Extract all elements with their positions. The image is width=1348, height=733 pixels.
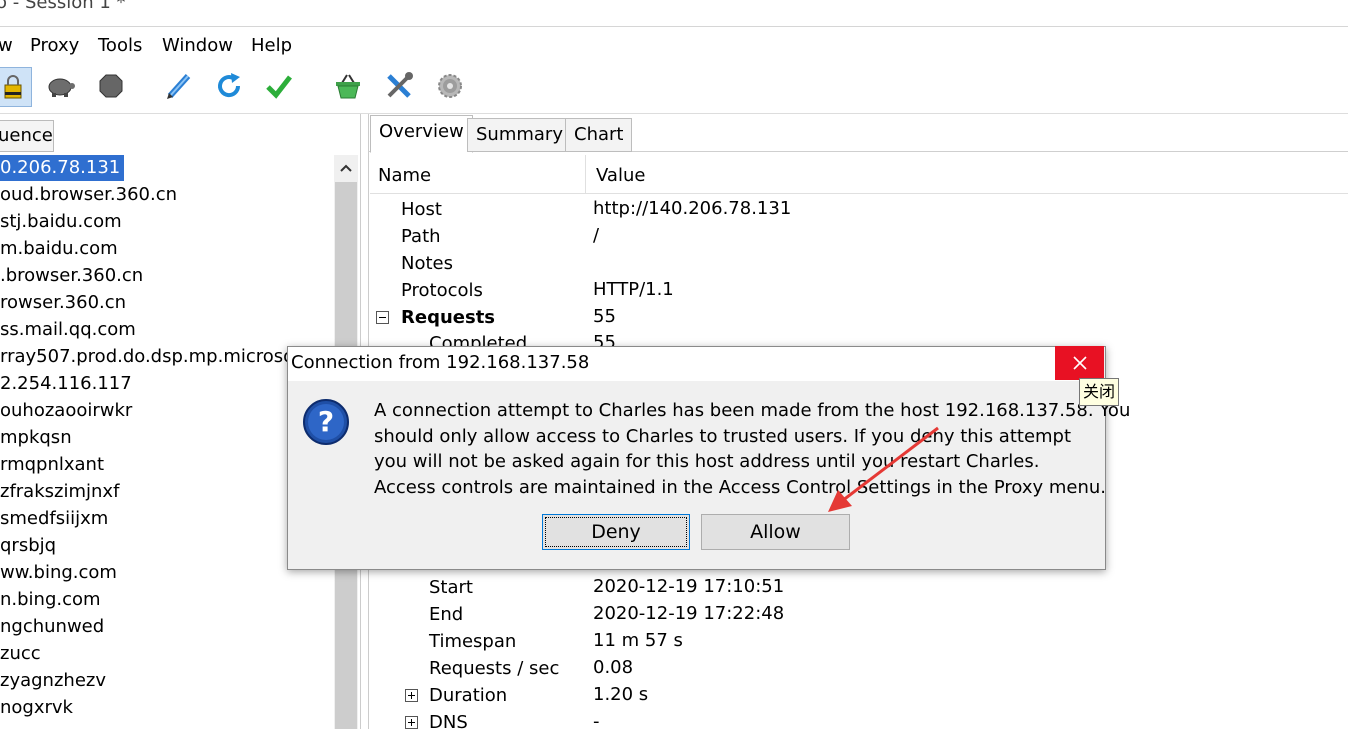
host-item[interactable]: nogxrvk	[0, 695, 73, 721]
menu-window[interactable]: Window	[162, 35, 233, 56]
row-name: Duration	[429, 685, 508, 706]
row-name: Notes	[401, 253, 453, 274]
toolbar	[0, 61, 1348, 114]
host-item[interactable]: m.baidu.com	[0, 236, 118, 262]
menu-help[interactable]: Help	[251, 35, 292, 56]
settings-icon[interactable]	[432, 67, 468, 105]
host-item[interactable]: oud.browser.360.cn	[0, 182, 177, 208]
row-name-requests: Requests	[401, 307, 496, 328]
host-item[interactable]: ww.bing.com	[0, 560, 117, 586]
row-value: 11 m 57 s	[593, 630, 683, 651]
menu-bar: w Proxy Tools Window Help	[0, 27, 1348, 61]
table-header	[370, 155, 1348, 194]
tab-chart[interactable]: Chart	[565, 118, 633, 152]
row-value: 55	[593, 306, 616, 327]
expand-icon[interactable]	[405, 689, 418, 702]
host-item[interactable]: rray507.prod.do.dsp.mp.microsoft	[0, 344, 307, 370]
host-item[interactable]: qrsbjq	[0, 533, 56, 559]
dialog-message-line: you will not be asked again for this hos…	[374, 451, 1040, 472]
row-name: Host	[401, 199, 442, 220]
host-item[interactable]: zucc	[0, 641, 41, 667]
host-item[interactable]: ngchunwed	[0, 614, 104, 640]
annotation-arrow	[828, 426, 939, 512]
row-name: Timespan	[429, 631, 517, 652]
close-tooltip: 关闭	[1079, 378, 1120, 406]
window-titlebar: o - Session 1 *	[0, 0, 1348, 27]
row-value: 2020-12-19 17:22:48	[593, 603, 785, 624]
dialog-message-line: Access controls are maintained in the Ac…	[374, 476, 1106, 498]
collapse-icon[interactable]	[376, 311, 389, 324]
row-value: /	[593, 225, 600, 246]
close-button[interactable]	[1055, 346, 1104, 380]
row-value: 0.08	[593, 657, 634, 678]
dialog-message-line: should only allow access to Charles to t…	[374, 425, 1072, 447]
row-name: Start	[429, 577, 473, 598]
host-item[interactable]: rmqpnlxant	[0, 452, 104, 478]
tools-icon[interactable]	[381, 67, 417, 105]
row-name: Requests / sec	[429, 658, 560, 679]
svg-text:?: ?	[318, 405, 334, 438]
host-item[interactable]: zfrakszimjnxf	[0, 479, 119, 505]
column-header-value[interactable]: Value	[596, 165, 645, 186]
host-item[interactable]: mpkqsn	[0, 425, 72, 451]
row-value: HTTP/1.1	[593, 279, 674, 300]
row-name: Path	[401, 226, 441, 247]
tab-sequence-label: uence	[0, 125, 53, 146]
stop-icon[interactable]	[93, 67, 129, 105]
basket-icon[interactable]	[330, 67, 366, 105]
host-item[interactable]: smedfsiijxm	[0, 506, 108, 532]
menu-tools[interactable]: Tools	[98, 35, 142, 56]
host-item[interactable]: .browser.360.cn	[0, 263, 143, 289]
question-icon: ?	[302, 398, 350, 446]
dialog-message: A connection attempt to Charles has been…	[374, 398, 1131, 500]
host-item[interactable]: zyagnzhezv	[0, 668, 106, 694]
host-item[interactable]: rowser.360.cn	[0, 290, 126, 316]
lock-icon[interactable]	[0, 67, 32, 107]
tab-summary[interactable]: Summary	[467, 118, 572, 152]
host-item[interactable]: 0.206.78.131	[0, 155, 125, 181]
host-item[interactable]: ss.mail.qq.com	[0, 317, 136, 343]
host-list: 0.206.78.131 oud.browser.360.cn stj.baid…	[0, 155, 334, 729]
check-icon[interactable]	[261, 67, 297, 105]
menu-proxy[interactable]: Proxy	[30, 35, 79, 56]
column-header-name[interactable]: Name	[378, 165, 431, 186]
row-name: DNS	[429, 712, 468, 733]
tab-sequence[interactable]: uence	[0, 120, 54, 152]
menu-view[interactable]: w	[0, 35, 13, 56]
deny-button[interactable]: Deny	[542, 514, 690, 550]
dialog-title: Connection from 192.168.137.58	[291, 352, 590, 373]
host-item[interactable]: stj.baidu.com	[0, 209, 122, 235]
turtle-icon[interactable]	[42, 67, 78, 105]
chevron-up-icon[interactable]	[334, 155, 358, 181]
close-icon	[1072, 356, 1087, 370]
row-name: End	[429, 604, 464, 625]
dialog-message-line: A connection attempt to Charles has been…	[374, 400, 1131, 421]
tab-overview[interactable]: Overview	[370, 115, 473, 153]
focus-ring	[545, 517, 687, 547]
row-value: http://140.206.78.131	[593, 198, 792, 219]
expand-icon[interactable]	[405, 716, 418, 729]
host-item[interactable]: n.bing.com	[0, 587, 101, 613]
window-title: o - Session 1 *	[0, 0, 126, 13]
row-value: 1.20 s	[593, 684, 649, 705]
refresh-icon[interactable]	[211, 67, 247, 105]
allow-button-label: Allow	[750, 521, 801, 543]
pen-icon[interactable]	[161, 67, 197, 105]
host-item[interactable]: ouhozaooirwkr	[0, 398, 132, 424]
column-divider[interactable]	[585, 155, 586, 193]
row-value: 2020-12-19 17:10:51	[593, 576, 785, 597]
row-name: Protocols	[401, 280, 483, 301]
host-item[interactable]: 2.254.116.117	[0, 371, 132, 397]
